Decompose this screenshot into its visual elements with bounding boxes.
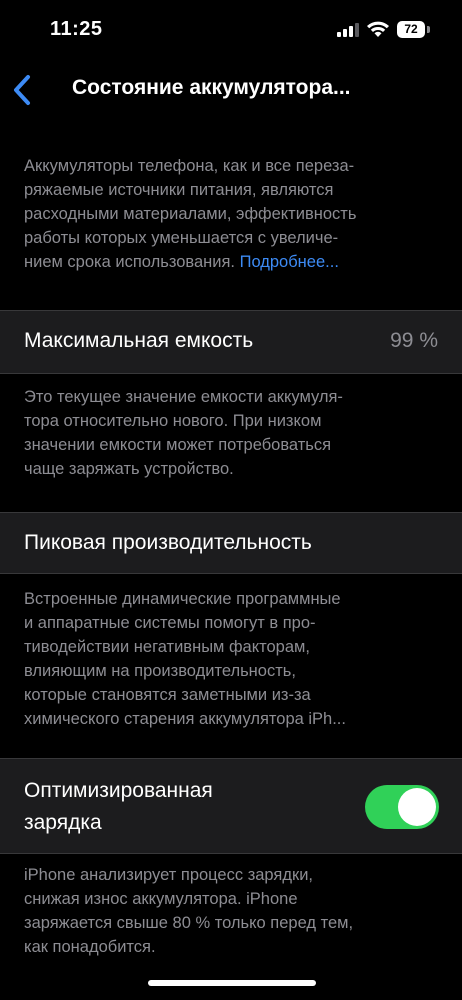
cellular-signal-icon: [337, 23, 359, 37]
battery-level: 72: [397, 21, 425, 38]
status-bar: 11:25 72: [0, 0, 462, 60]
battery-tip: [427, 26, 430, 33]
optimized-charging-cell: Оптимизированная зарядка: [0, 758, 462, 854]
home-indicator[interactable]: [148, 980, 316, 986]
battery-icon: 72: [397, 21, 431, 38]
back-button[interactable]: [8, 70, 44, 110]
max-capacity-description: Это текущее значение емкости аккумуля- т…: [24, 388, 343, 478]
peak-performance-description: Встроенные динамические программные и ап…: [24, 590, 346, 728]
learn-more-link[interactable]: Подробнее...: [240, 253, 339, 271]
max-capacity-cell: Максимальная емкость 99 %: [0, 310, 462, 374]
wifi-icon: [367, 21, 389, 37]
chevron-left-icon: [14, 75, 30, 105]
max-capacity-label: Максимальная емкость: [24, 329, 254, 352]
intro-description: Аккумуляторы телефона, как и все переза-…: [24, 154, 442, 274]
optimized-charging-toggle[interactable]: [365, 785, 439, 829]
max-capacity-value: 99 %: [390, 329, 438, 352]
page-title: Состояние аккумулятора...: [72, 76, 351, 99]
navigation-bar: Состояние аккумулятора...: [0, 62, 462, 118]
optimized-charging-description: iPhone анализирует процесс зарядки, сниж…: [24, 866, 354, 956]
status-time: 11:25: [50, 18, 103, 40]
optimized-charging-label: Оптимизированная зарядка: [24, 779, 213, 834]
toggle-knob: [398, 788, 436, 826]
peak-performance-cell: Пиковая производительность: [0, 512, 462, 574]
peak-performance-label: Пиковая производительность: [24, 531, 312, 554]
